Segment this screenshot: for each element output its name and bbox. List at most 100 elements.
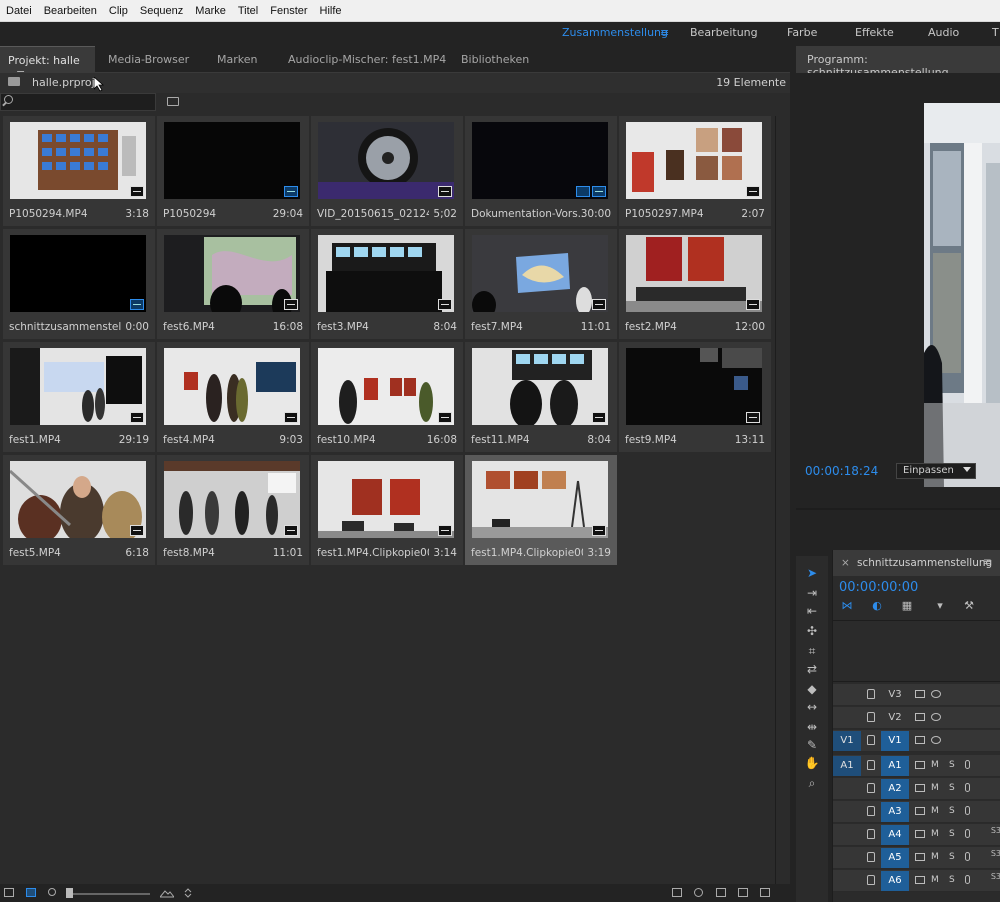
workspace-zusammenstellung[interactable]: Zusammenstellung <box>562 26 668 39</box>
track-header-v1[interactable]: V1 V1 <box>833 730 1000 752</box>
mute-button[interactable]: M <box>931 806 939 816</box>
media-item[interactable]: fest4.MP4 9:03 <box>157 342 309 452</box>
menu-fenster[interactable]: Fenster <box>264 5 313 17</box>
eye-icon[interactable] <box>931 713 941 721</box>
lock-icon[interactable] <box>867 875 875 885</box>
solo-button[interactable]: S <box>949 806 955 816</box>
tab-bibliotheken[interactable]: Bibliotheken <box>461 46 529 73</box>
find-bin-icon[interactable] <box>167 97 179 106</box>
wrench-icon[interactable]: ⚒ <box>963 600 975 612</box>
menu-sequenz[interactable]: Sequenz <box>134 5 189 17</box>
sort-icon[interactable] <box>184 888 194 898</box>
track-name[interactable]: V1 <box>881 731 909 751</box>
media-item[interactable]: P1050297.MP4 2:07 <box>619 116 771 226</box>
track-name[interactable]: A5 <box>881 848 909 868</box>
source-patch[interactable] <box>833 825 861 845</box>
timeline-timecode[interactable]: 00:00:00:00 <box>839 580 918 595</box>
zoom-slider-track[interactable] <box>70 893 150 895</box>
source-patch[interactable]: A1 <box>833 756 861 776</box>
track-header-v3[interactable]: V3 <box>833 684 1000 706</box>
media-item[interactable]: fest8.MP4 11:01 <box>157 455 309 565</box>
solo-button[interactable]: S <box>949 852 955 862</box>
source-patch[interactable] <box>833 708 861 728</box>
media-item[interactable]: fest1.MP4.Clipkopie001 3:14 <box>311 455 463 565</box>
eye-icon[interactable] <box>931 736 941 744</box>
selection-tool-icon[interactable]: ➤ <box>804 566 820 580</box>
workspace-bearbeitung[interactable]: Bearbeitung <box>690 26 758 39</box>
media-item[interactable]: fest1.MP4.Clipkopie002 3:19 <box>465 455 617 565</box>
workspace-audio[interactable]: Audio <box>928 26 959 39</box>
mountain-small-icon[interactable] <box>158 888 176 898</box>
lock-icon[interactable] <box>867 829 875 839</box>
tab-marken[interactable]: Marken <box>217 46 257 73</box>
source-patch[interactable] <box>833 802 861 822</box>
menu-titel[interactable]: Titel <box>232 5 264 17</box>
workspace-farbe[interactable]: Farbe <box>787 26 817 39</box>
sync-lock-icon[interactable] <box>915 876 925 884</box>
source-patch[interactable] <box>833 685 861 705</box>
lock-icon[interactable] <box>867 852 875 862</box>
media-item[interactable]: fest6.MP4 16:08 <box>157 229 309 339</box>
razor-arrow-tool-icon[interactable]: ⇄ <box>804 662 820 676</box>
sync-lock-icon[interactable] <box>915 761 925 769</box>
pen-tool-icon[interactable]: ✎ <box>804 738 820 752</box>
microphone-icon[interactable] <box>965 783 970 792</box>
track-name[interactable]: V2 <box>881 708 909 728</box>
lock-icon[interactable] <box>867 760 875 770</box>
track-name[interactable]: A3 <box>881 802 909 822</box>
slip-tool-icon[interactable]: ↔ <box>804 700 820 714</box>
program-timecode[interactable]: 00:00:18:24 <box>805 464 878 478</box>
timeline-menu-icon[interactable]: ≡ <box>983 556 992 568</box>
mute-button[interactable]: M <box>931 760 939 770</box>
media-item[interactable]: fest7.MP4 11:01 <box>465 229 617 339</box>
grid-scrollbar[interactable] <box>775 116 787 902</box>
add-marker-icon[interactable]: ▾ <box>934 600 946 612</box>
track-header-a5[interactable]: A5 M S S3 <box>833 847 1000 869</box>
media-item[interactable]: fest9.MP4 13:11 <box>619 342 771 452</box>
microphone-icon[interactable] <box>965 806 970 815</box>
trash-icon[interactable] <box>760 888 770 897</box>
solo-button[interactable]: S <box>949 875 955 885</box>
eye-icon[interactable] <box>931 690 941 698</box>
rate-stretch-tool-icon[interactable]: ⌗ <box>804 644 820 658</box>
track-select-tool-icon[interactable]: ⇥ <box>804 586 820 600</box>
sync-lock-icon[interactable] <box>915 784 925 792</box>
track-header-a1[interactable]: A1 A1 M S <box>833 755 1000 777</box>
track-name[interactable]: A4 <box>881 825 909 845</box>
source-patch[interactable] <box>833 871 861 891</box>
media-item[interactable]: fest2.MP4 12:00 <box>619 229 771 339</box>
track-name[interactable]: A2 <box>881 779 909 799</box>
sync-lock-icon[interactable] <box>915 830 925 838</box>
track-header-a3[interactable]: A3 M S <box>833 801 1000 823</box>
freeform-view-icon[interactable] <box>48 888 56 896</box>
menu-datei[interactable]: Datei <box>0 5 38 17</box>
lock-icon[interactable] <box>867 806 875 816</box>
menu-hilfe[interactable]: Hilfe <box>314 5 348 17</box>
media-item[interactable]: fest5.MP4 6:18 <box>3 455 155 565</box>
find-icon[interactable] <box>694 888 703 897</box>
lock-icon[interactable] <box>867 712 875 722</box>
solo-button[interactable]: S <box>949 783 955 793</box>
sync-lock-icon[interactable] <box>915 690 925 698</box>
tab-media-browser[interactable]: Media-Browser <box>108 46 189 73</box>
sync-lock-icon[interactable] <box>915 736 925 744</box>
mute-button[interactable]: M <box>931 829 939 839</box>
new-bin-icon[interactable] <box>716 888 726 897</box>
sync-lock-icon[interactable] <box>915 713 925 721</box>
track-header-a6[interactable]: A6 M S S3 <box>833 870 1000 892</box>
tab-audioclip-mixer[interactable]: Audioclip-Mischer: fest1.MP4 <box>288 46 446 73</box>
media-item[interactable]: P1050294.MP4 3:18 <box>3 116 155 226</box>
sync-lock-icon[interactable] <box>915 807 925 815</box>
workspace-menu-icon[interactable]: ≡ <box>660 26 669 39</box>
media-item[interactable]: fest10.MP4 16:08 <box>311 342 463 452</box>
timeline-tab[interactable]: × schnittzusammenstellung ≡ <box>833 550 1000 576</box>
razor-tool-icon[interactable]: ◆ <box>804 682 820 696</box>
automate-sequence-icon[interactable] <box>672 888 682 897</box>
media-item[interactable]: P1050294 29:04 <box>157 116 309 226</box>
track-header-a2[interactable]: A2 M S <box>833 778 1000 800</box>
track-header-a4[interactable]: A4 M S S3 <box>833 824 1000 846</box>
track-name[interactable]: A1 <box>881 756 909 776</box>
media-item[interactable]: fest11.MP4 8:04 <box>465 342 617 452</box>
microphone-icon[interactable] <box>965 829 970 838</box>
menu-bearbeiten[interactable]: Bearbeiten <box>38 5 103 17</box>
